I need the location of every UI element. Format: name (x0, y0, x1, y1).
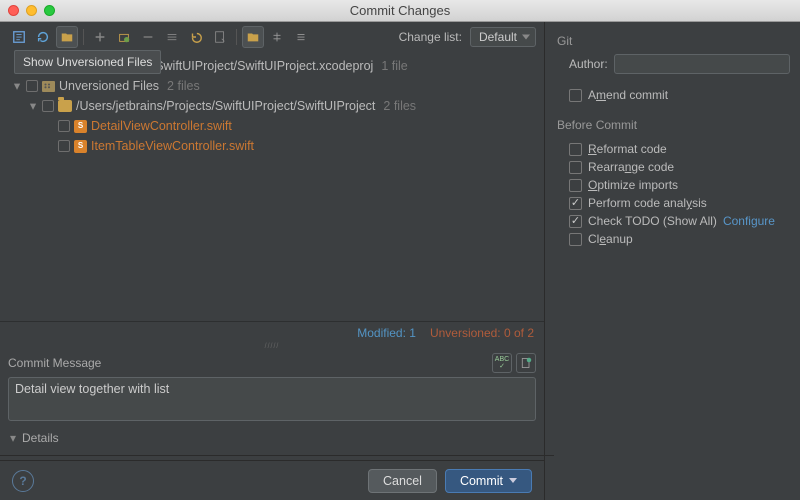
delete-changelist-icon[interactable] (113, 26, 135, 48)
changes-tree[interactable]: ▸ rains/Projects/SwiftUIProject/SwiftUIP… (0, 52, 544, 321)
left-pane: Change list: Default Show Unversioned Fi… (0, 22, 545, 500)
checkbox[interactable] (58, 140, 70, 152)
bottom-bar: ? Cancel Commit (0, 460, 544, 500)
jump-to-source-icon[interactable] (209, 26, 231, 48)
folder-icon (58, 100, 72, 112)
details-toggle[interactable]: ▾ Details (0, 425, 544, 451)
cleanup-row[interactable]: Cleanup (569, 232, 790, 246)
check-todo-label: Check TODO (Show All) (588, 214, 717, 228)
remove-icon[interactable] (137, 26, 159, 48)
checkbox[interactable] (42, 100, 54, 112)
optimize-imports-label: Optimize imports (588, 178, 678, 192)
reformat-code-row[interactable]: Reformat code (569, 142, 790, 156)
details-label: Details (22, 431, 59, 445)
spellcheck-icon[interactable]: ABC✓ (492, 353, 512, 373)
tree-label: Unversioned Files (59, 76, 159, 96)
commit-message-text: Detail view together with list (15, 382, 169, 396)
tooltip-show-unversioned: Show Unversioned Files (14, 50, 161, 74)
reformat-code-label: Reformat code (588, 142, 667, 156)
expander-icon[interactable]: ▾ (12, 76, 22, 96)
status-unversioned: Unversioned: 0 of 2 (430, 326, 534, 340)
toolbar: Change list: Default Show Unversioned Fi… (0, 22, 544, 52)
configure-link[interactable]: Configure (723, 214, 775, 228)
change-list-label: Change list: (399, 30, 462, 44)
checkbox[interactable] (569, 215, 582, 228)
cleanup-label: Cleanup (588, 232, 633, 246)
divider (0, 455, 554, 456)
show-diff-icon[interactable] (8, 26, 30, 48)
optimize-imports-row[interactable]: Optimize imports (569, 178, 790, 192)
checkbox[interactable] (569, 197, 582, 210)
tree-file-row[interactable]: S DetailViewController.swift (6, 116, 538, 136)
git-section-header: Git (557, 34, 790, 48)
tree-count: 2 files (167, 76, 200, 96)
commit-message-header: Commit Message ABC✓ (0, 349, 544, 377)
move-icon[interactable] (161, 26, 183, 48)
author-field-row: Author: (557, 54, 790, 74)
code-analysis-row[interactable]: Perform code analysis (569, 196, 790, 210)
checkbox[interactable] (569, 233, 582, 246)
code-analysis-label: Perform code analysis (588, 196, 707, 210)
titlebar: Commit Changes (0, 0, 800, 22)
rearrange-code-row[interactable]: Rearrange code (569, 160, 790, 174)
toolbar-separator (236, 29, 237, 45)
add-icon[interactable] (89, 26, 111, 48)
tree-count: 2 files (383, 96, 416, 116)
checkbox[interactable] (26, 80, 38, 92)
collapse-all-icon[interactable] (290, 26, 312, 48)
file-name: DetailViewController.swift (91, 116, 232, 136)
file-name: ItemTableViewController.swift (91, 136, 254, 156)
checkbox[interactable] (569, 89, 582, 102)
author-label: Author: (569, 57, 608, 71)
commit-message-input[interactable]: Detail view together with list (8, 377, 536, 421)
refresh-icon[interactable] (32, 26, 54, 48)
tree-file-row[interactable]: S ItemTableViewController.swift (6, 136, 538, 156)
commit-message-label: Commit Message (8, 356, 101, 370)
tree-path: /Users/jetbrains/Projects/SwiftUIProject… (76, 96, 375, 116)
history-icon[interactable] (516, 353, 536, 373)
check-todo-row[interactable]: Check TODO (Show All) Configure (569, 214, 790, 228)
expand-all-icon[interactable] (266, 26, 288, 48)
tree-unversioned-row[interactable]: ▾ Unversioned Files 2 files (6, 76, 538, 96)
checkbox[interactable] (569, 179, 582, 192)
author-input[interactable] (614, 54, 790, 74)
before-commit-header: Before Commit (557, 118, 790, 132)
amend-commit-label: Amend commit (588, 88, 668, 102)
group-by-directory-icon[interactable] (242, 26, 264, 48)
tree-count: 1 file (381, 56, 407, 76)
toolbar-separator (83, 29, 84, 45)
show-unversioned-icon[interactable] (56, 26, 78, 48)
window-title: Commit Changes (0, 3, 800, 18)
help-icon[interactable]: ? (12, 470, 34, 492)
swift-file-icon: S (74, 140, 87, 153)
expander-icon[interactable]: ▾ (8, 431, 18, 445)
checkbox[interactable] (58, 120, 70, 132)
changes-status-bar: Modified: 1 Unversioned: 0 of 2 (0, 321, 544, 343)
change-list-combo[interactable]: Default (470, 27, 536, 47)
commit-button[interactable]: Commit (445, 469, 532, 493)
changelist-icon (42, 81, 55, 92)
tree-folder-row[interactable]: ▾ /Users/jetbrains/Projects/SwiftUIProje… (6, 96, 538, 116)
cancel-button[interactable]: Cancel (368, 469, 437, 493)
rollback-icon[interactable] (185, 26, 207, 48)
rearrange-code-label: Rearrange code (588, 160, 674, 174)
expander-icon[interactable]: ▾ (28, 96, 38, 116)
checkbox[interactable] (569, 143, 582, 156)
status-modified: Modified: 1 (357, 326, 416, 340)
swift-file-icon: S (74, 120, 87, 133)
checkbox[interactable] (569, 161, 582, 174)
right-pane: Git Author: Amend commit Before Commit R… (545, 22, 800, 500)
amend-commit-row[interactable]: Amend commit (557, 88, 790, 102)
